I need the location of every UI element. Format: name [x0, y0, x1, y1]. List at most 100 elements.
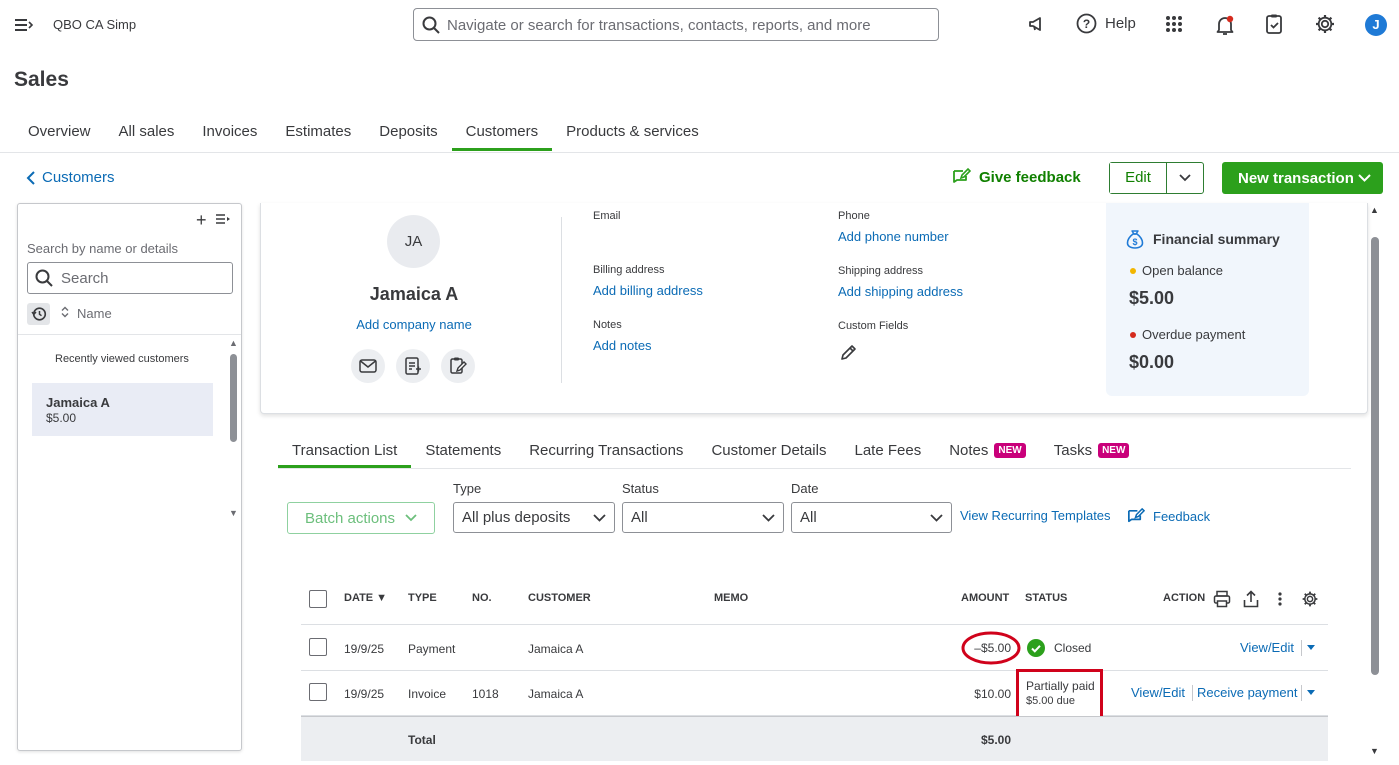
financial-summary: $ Financial summary Open balance $5.00 O…: [1106, 203, 1309, 396]
scroll-up-arrow-icon[interactable]: ▲: [1370, 205, 1379, 215]
page-scrollbar[interactable]: ▲ ▼: [1369, 203, 1381, 763]
table-row[interactable]: 19/9/25 Payment Jamaica A –$5.00 Closed …: [301, 626, 1328, 671]
tab-notes[interactable]: Notes NEW: [935, 433, 1040, 468]
scroll-down-arrow-icon[interactable]: ▼: [1370, 746, 1379, 756]
help-icon: ?: [1076, 13, 1097, 34]
list-options-icon[interactable]: [215, 213, 231, 225]
caret-down-icon[interactable]: [1307, 690, 1315, 696]
customer-search-input[interactable]: [61, 270, 221, 287]
menu-toggle-icon[interactable]: [14, 16, 34, 34]
view-edit-link[interactable]: View/Edit: [1240, 640, 1294, 655]
megaphone-icon[interactable]: [1026, 13, 1050, 37]
col-memo[interactable]: MEMO: [714, 592, 748, 604]
add-shipping-address-link[interactable]: Add shipping address: [838, 284, 963, 299]
date-filter-select[interactable]: All: [791, 502, 952, 533]
add-phone-link[interactable]: Add phone number: [838, 229, 949, 244]
tab-customer-details[interactable]: Customer Details: [697, 433, 840, 468]
overdue-dot-icon: [1130, 331, 1136, 338]
new-badge: NEW: [1098, 443, 1130, 458]
col-status[interactable]: STATUS: [1025, 592, 1067, 604]
tab-tasks[interactable]: Tasks NEW: [1040, 433, 1144, 468]
help-button[interactable]: ? Help: [1076, 13, 1136, 34]
row-amount: $10.00: [974, 687, 1011, 701]
highlight-ellipse: [961, 631, 1021, 665]
history-icon[interactable]: [27, 303, 50, 325]
notification-bell-icon[interactable]: [1213, 13, 1237, 37]
row-checkbox[interactable]: [309, 683, 327, 701]
top-bar: QBO CA Simp ? Help J: [0, 0, 1399, 50]
batch-actions-button[interactable]: Batch actions: [287, 502, 435, 534]
col-customer[interactable]: CUSTOMER: [528, 592, 591, 604]
col-date[interactable]: DATE ▼: [344, 592, 387, 604]
col-type[interactable]: TYPE: [408, 592, 437, 604]
row-date: 19/9/25: [344, 642, 385, 656]
row-checkbox[interactable]: [309, 638, 327, 656]
give-feedback-button[interactable]: Give feedback: [951, 167, 1081, 187]
settings-gear-icon[interactable]: [1314, 13, 1338, 37]
select-all-checkbox[interactable]: [309, 590, 327, 608]
add-notes-link[interactable]: Add notes: [593, 338, 652, 353]
customer-list-item[interactable]: Jamaica A $5.00: [32, 383, 213, 436]
tab-estimates[interactable]: Estimates: [271, 110, 365, 151]
tab-transaction-list[interactable]: Transaction List: [278, 433, 412, 468]
back-to-customers-link[interactable]: Customers: [26, 169, 115, 186]
clipboard-check-icon[interactable]: [1263, 13, 1287, 37]
scroll-down-arrow-icon[interactable]: ▼: [229, 508, 238, 518]
more-options-icon[interactable]: [1277, 590, 1283, 608]
new-transaction-button[interactable]: New transaction: [1222, 162, 1383, 194]
tab-products-services[interactable]: Products & services: [552, 110, 713, 151]
table-settings-gear-icon[interactable]: [1301, 590, 1319, 608]
tab-recurring-transactions[interactable]: Recurring Transactions: [515, 433, 697, 468]
tab-late-fees[interactable]: Late Fees: [840, 433, 935, 468]
total-row: Total $5.00: [301, 716, 1328, 761]
invoice-icon[interactable]: [396, 349, 430, 383]
edit-dropdown-button[interactable]: [1167, 163, 1203, 193]
add-company-name-link[interactable]: Add company name: [301, 317, 527, 332]
chevron-down-icon: [593, 513, 606, 522]
pencil-edit-icon[interactable]: [840, 343, 858, 361]
tab-invoices[interactable]: Invoices: [188, 110, 271, 151]
customer-list-panel: + Search by name or details Name Recentl…: [17, 203, 242, 751]
tab-customers[interactable]: Customers: [451, 110, 553, 151]
scrollbar-thumb[interactable]: [230, 354, 237, 442]
tab-all-sales[interactable]: All sales: [105, 110, 189, 151]
tab-overview[interactable]: Overview: [14, 110, 105, 151]
note-edit-icon[interactable]: [441, 349, 475, 383]
table-header: DATE ▼ TYPE NO. CUSTOMER MEMO AMOUNT STA…: [301, 576, 1328, 625]
view-edit-link[interactable]: View/Edit: [1131, 685, 1185, 700]
tab-statements[interactable]: Statements: [411, 433, 515, 468]
global-search-input[interactable]: [447, 15, 927, 35]
scroll-up-arrow-icon[interactable]: ▲: [229, 338, 238, 348]
email-icon[interactable]: [351, 349, 385, 383]
row-type: Invoice: [408, 687, 447, 701]
view-recurring-templates-link[interactable]: View Recurring Templates: [960, 508, 1111, 523]
user-avatar[interactable]: J: [1365, 14, 1387, 36]
table-row[interactable]: 19/9/25 Invoice 1018 Jamaica A $10.00 Pa…: [301, 669, 1328, 719]
status-filter-select[interactable]: All: [622, 502, 784, 533]
feedback-label: Feedback: [1153, 509, 1211, 524]
apps-grid-icon[interactable]: [1163, 13, 1187, 37]
edit-button[interactable]: Edit: [1110, 163, 1167, 193]
feedback-link[interactable]: Feedback: [1126, 507, 1210, 526]
customer-search[interactable]: [27, 262, 233, 294]
caret-down-icon[interactable]: [1307, 645, 1315, 651]
col-no[interactable]: NO.: [472, 592, 492, 604]
add-customer-plus-icon[interactable]: +: [196, 210, 207, 231]
add-billing-address-link[interactable]: Add billing address: [593, 283, 703, 298]
tab-deposits[interactable]: Deposits: [365, 110, 451, 151]
type-filter-select[interactable]: All plus deposits: [453, 502, 615, 533]
global-search[interactable]: [413, 8, 939, 41]
type-filter-value: All plus deposits: [462, 509, 571, 526]
company-name[interactable]: QBO CA Simp: [53, 17, 136, 32]
recent-customers-heading: Recently viewed customers: [55, 353, 189, 365]
sort-by-name[interactable]: Name: [61, 306, 112, 321]
panel-scrollbar[interactable]: ▲ ▼: [229, 338, 239, 518]
print-icon[interactable]: [1213, 590, 1231, 608]
receive-payment-link[interactable]: Receive payment: [1197, 685, 1297, 700]
customer-name: Jamaica A: [369, 284, 459, 304]
page-scrollbar-thumb[interactable]: [1371, 237, 1379, 675]
customer-list-name: Jamaica A: [46, 395, 110, 410]
export-icon[interactable]: [1243, 590, 1259, 608]
col-amount[interactable]: AMOUNT: [961, 592, 1009, 604]
feedback-icon: [951, 167, 971, 187]
